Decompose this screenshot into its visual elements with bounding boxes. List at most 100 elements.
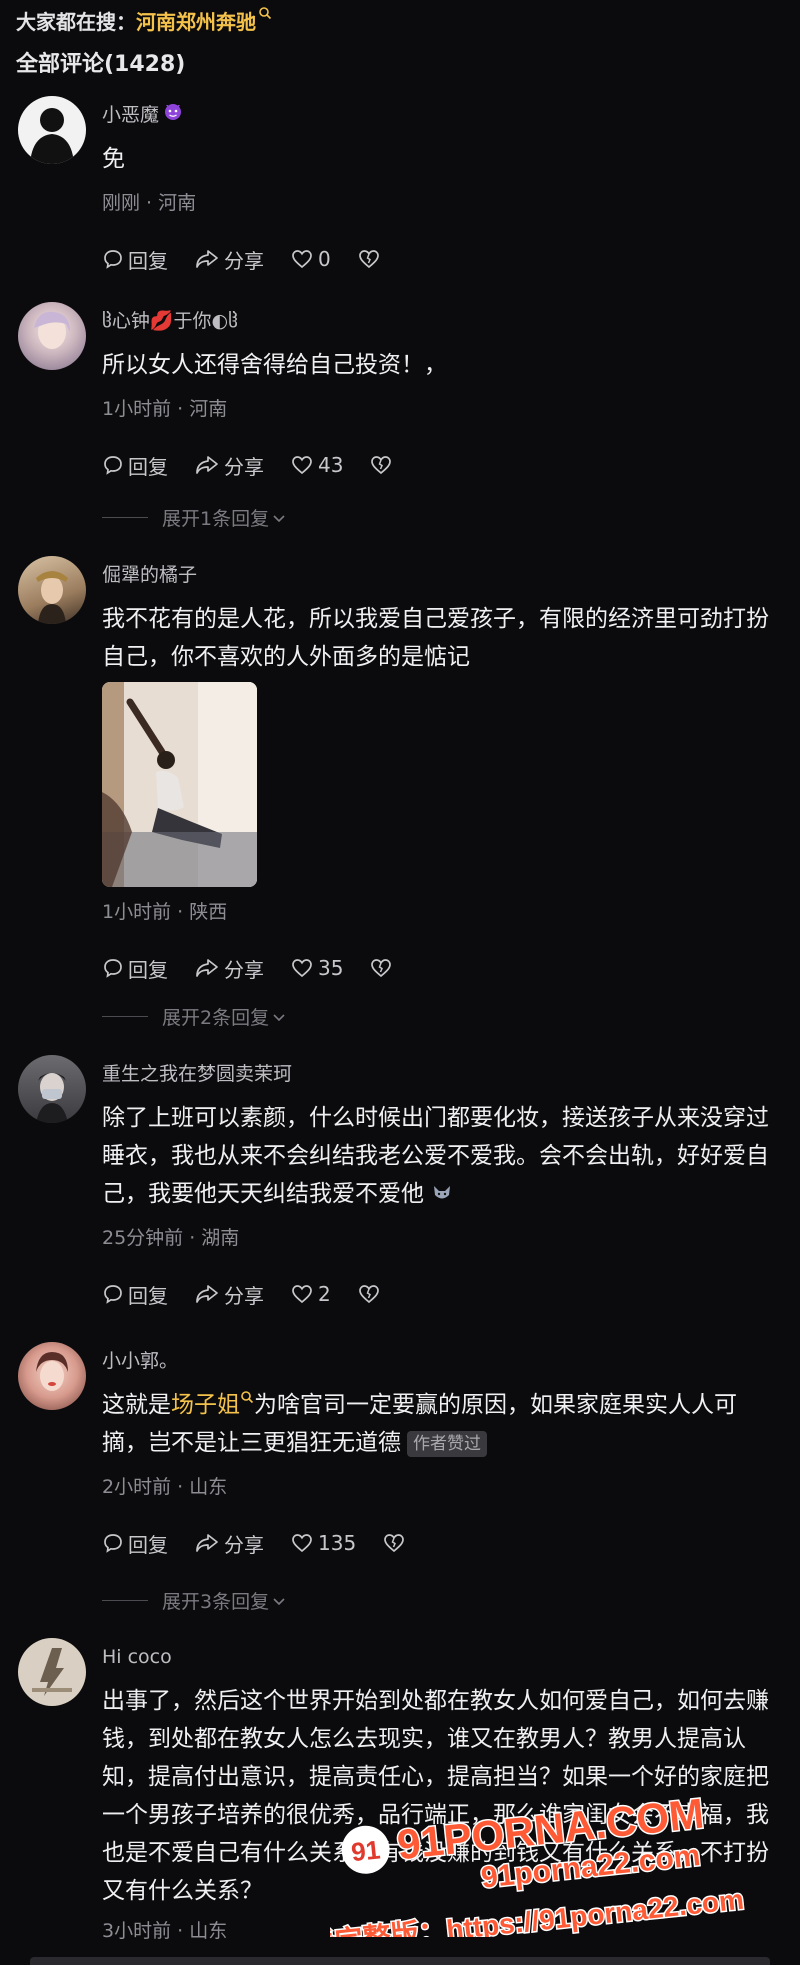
- dislike-icon: [371, 456, 392, 475]
- reply-icon: [104, 1285, 122, 1304]
- share-label[interactable]: 分享: [224, 1529, 264, 1558]
- share-label[interactable]: 分享: [224, 245, 264, 274]
- reply-button[interactable]: 回复: [102, 1529, 168, 1558]
- search-suggestion-term[interactable]: 河南郑州奔驰: [136, 6, 256, 35]
- expand-label[interactable]: 展开1条回复: [162, 504, 269, 531]
- dislike-icon: [371, 959, 392, 978]
- comment-username[interactable]: ჱ̒心钟💋于你◐ჱ̒: [102, 308, 778, 334]
- dislike-button[interactable]: [369, 454, 397, 476]
- comment-actions: 回复 分享 43: [102, 451, 778, 479]
- like-button[interactable]: 0: [290, 247, 331, 271]
- search-suggestion[interactable]: 大家都在搜： 河南郑州奔驰: [16, 4, 272, 36]
- reply-label[interactable]: 回复: [128, 954, 168, 983]
- bottom-input-bar[interactable]: [30, 1957, 770, 1965]
- comment-text-before: 这就是: [102, 1392, 171, 1418]
- reply-label[interactable]: 回复: [128, 451, 168, 480]
- share-icon: [196, 456, 218, 474]
- comment-username[interactable]: 重生之我在梦圆卖茉珂: [102, 1061, 778, 1087]
- reply-icon: [104, 1534, 122, 1553]
- comment-username[interactable]: Hi coco: [102, 1644, 778, 1670]
- comment-username[interactable]: 倔犟的橘子: [102, 562, 778, 588]
- dislike-button[interactable]: [382, 1532, 410, 1554]
- reply-label[interactable]: 回复: [128, 1280, 168, 1309]
- expand-replies-button[interactable]: 展开2条回复: [102, 1003, 287, 1030]
- reply-icon: [104, 250, 122, 269]
- avatar[interactable]: [18, 556, 86, 624]
- reply-button[interactable]: 回复: [102, 1280, 168, 1309]
- avatar[interactable]: [18, 1342, 86, 1410]
- share-button[interactable]: 分享: [194, 1529, 264, 1558]
- like-count: 2: [318, 1282, 331, 1306]
- comment-username[interactable]: 小小郭。: [102, 1348, 778, 1374]
- expand-label[interactable]: 展开2条回复: [162, 1003, 269, 1030]
- divider: [102, 517, 148, 518]
- share-icon: [196, 959, 218, 977]
- comment-actions: 回复 分享 135: [102, 1529, 778, 1557]
- like-icon: [292, 250, 312, 269]
- search-icon[interactable]: [258, 6, 272, 24]
- expand-replies-button[interactable]: 展开1条回复: [102, 504, 287, 531]
- comment-text: 出事了，然后这个世界开始到处都在教女人如何爱自己，如何去赚钱，到处都在教女人怎么…: [102, 1688, 769, 1904]
- chevron-down-icon: [273, 514, 285, 522]
- dislike-button[interactable]: [357, 1283, 385, 1305]
- expand-label[interactable]: 展开3条回复: [162, 1587, 269, 1614]
- like-button[interactable]: 2: [290, 1282, 331, 1306]
- comment-actions: 回复 分享 0: [102, 245, 778, 273]
- search-icon[interactable]: [240, 1391, 254, 1418]
- share-button[interactable]: 分享: [194, 245, 264, 274]
- comment-text: 除了上班可以素颜，什么时候出门都要化妆，接送孩子从来没穿过睡衣，我也从来不会纠结…: [102, 1099, 778, 1213]
- share-label[interactable]: 分享: [224, 954, 264, 983]
- username-text[interactable]: 小恶魔: [102, 102, 159, 128]
- avatar[interactable]: [18, 1638, 86, 1706]
- like-icon: [292, 959, 312, 978]
- dislike-button[interactable]: [369, 957, 397, 979]
- reply-label[interactable]: 回复: [128, 1529, 168, 1558]
- like-button[interactable]: 135: [290, 1531, 356, 1555]
- avatar[interactable]: [18, 96, 86, 164]
- search-suggestion-label: 大家都在搜：: [16, 9, 136, 34]
- dislike-button[interactable]: [357, 248, 385, 270]
- like-button[interactable]: 35: [290, 956, 343, 980]
- comment-meta: 1小时前 · 陕西: [102, 901, 228, 923]
- divider: [102, 1016, 148, 1017]
- reply-label[interactable]: 回复: [128, 245, 168, 274]
- dislike-icon: [384, 1534, 405, 1553]
- wolf-emoji-icon: [431, 1181, 453, 1207]
- comment-text: 所以女人还得舍得给自己投资！，: [102, 352, 447, 378]
- like-button[interactable]: 43: [290, 453, 343, 477]
- comment-meta: 25分钟前 · 湖南: [102, 1227, 240, 1249]
- dislike-icon: [358, 250, 379, 269]
- comment-image[interactable]: [102, 682, 257, 887]
- like-icon: [292, 1534, 312, 1553]
- like-count: 0: [318, 247, 331, 271]
- expand-replies-button[interactable]: 展开3条回复: [102, 1587, 287, 1614]
- share-label[interactable]: 分享: [224, 1280, 264, 1309]
- like-icon: [292, 1285, 312, 1304]
- like-count: 135: [318, 1531, 357, 1555]
- search-link[interactable]: 场子姐: [171, 1392, 240, 1418]
- share-icon: [196, 250, 218, 268]
- comment-text: 我不花有的是人花，所以我爱自己爱孩子，有限的经济里可劲打扮自己，你不喜欢的人外面…: [102, 606, 769, 670]
- divider: [102, 1600, 148, 1601]
- share-button[interactable]: 分享: [194, 1280, 264, 1309]
- avatar[interactable]: [18, 302, 86, 370]
- avatar[interactable]: [18, 1055, 86, 1123]
- devil-emoji-icon: [163, 101, 183, 129]
- author-liked-badge: 作者赞过: [407, 1430, 487, 1457]
- share-button[interactable]: 分享: [194, 451, 264, 480]
- chevron-down-icon: [273, 1597, 285, 1605]
- share-icon: [196, 1285, 218, 1303]
- comment-actions: 回复 分享 35: [102, 954, 778, 982]
- comment-username[interactable]: 小恶魔: [102, 102, 778, 128]
- share-button[interactable]: 分享: [194, 954, 264, 983]
- comment-meta: 刚刚 · 河南: [102, 192, 197, 214]
- comment-text: 免: [102, 146, 125, 172]
- reply-button[interactable]: 回复: [102, 451, 168, 480]
- reply-icon: [104, 456, 122, 475]
- like-icon: [292, 456, 312, 475]
- comments-count-header: 全部评论(1428): [16, 52, 186, 77]
- comment-text: 这就是场子姐 为啥官司一定要赢的原因，如果家庭果实人人可摘，岂不是让三更猖狂无道德…: [102, 1386, 778, 1462]
- reply-button[interactable]: 回复: [102, 245, 168, 274]
- share-label[interactable]: 分享: [224, 451, 264, 480]
- reply-button[interactable]: 回复: [102, 954, 168, 983]
